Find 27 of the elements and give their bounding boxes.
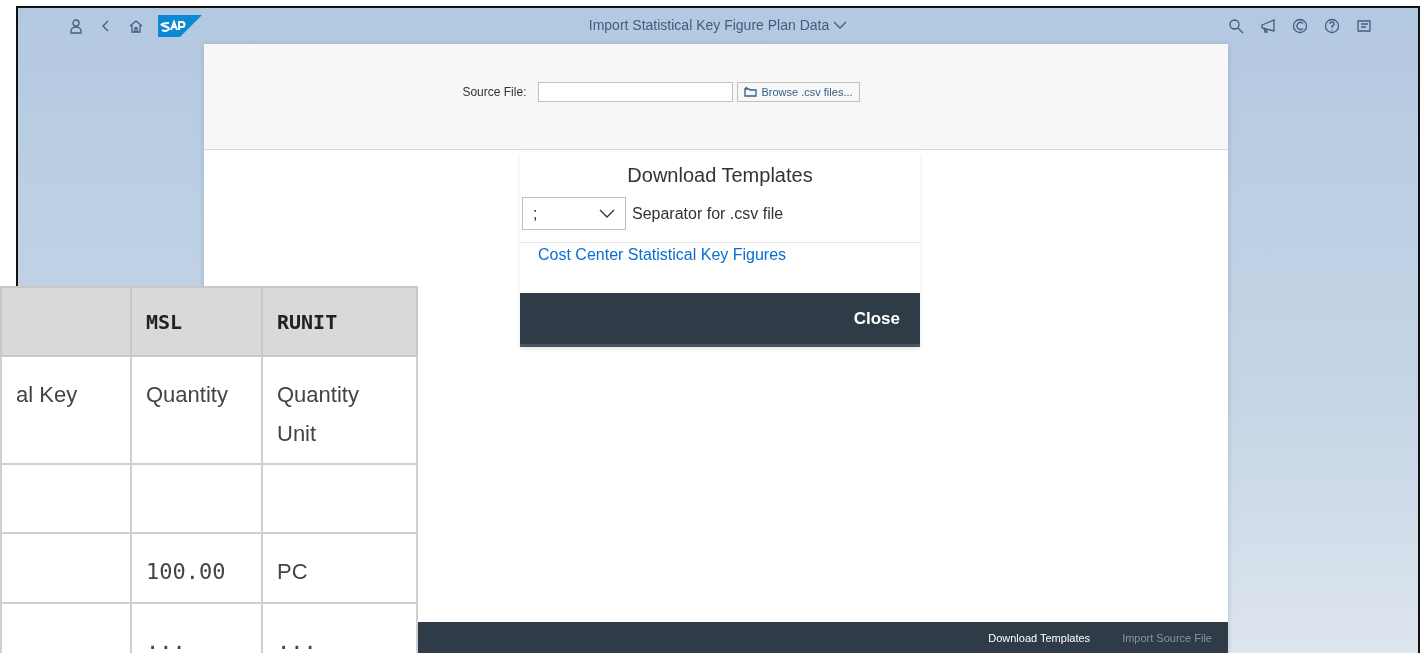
table-cell: Quantity Unit bbox=[262, 356, 417, 464]
folder-icon bbox=[744, 86, 758, 97]
megaphone-icon[interactable] bbox=[1260, 18, 1276, 34]
user-icon[interactable] bbox=[68, 18, 84, 34]
chevron-down-icon bbox=[599, 208, 615, 219]
table-cell: al Key bbox=[1, 356, 131, 464]
close-button[interactable]: Close bbox=[847, 307, 906, 330]
home-icon[interactable] bbox=[128, 18, 144, 34]
column-header: RUNIT bbox=[262, 287, 417, 356]
separator-select[interactable]: ; bbox=[522, 197, 626, 230]
table-cell: PC bbox=[262, 533, 417, 603]
table-cell: Quantity bbox=[131, 356, 262, 464]
table-cell: 100.00 bbox=[131, 533, 262, 603]
column-header: MSL bbox=[131, 287, 262, 356]
dialog-title: Download Templates bbox=[626, 163, 814, 188]
app-title[interactable]: Import Statistical Key Figure Plan Data bbox=[588, 17, 848, 33]
footer-button[interactable]: Download Templates bbox=[982, 630, 1097, 645]
notifications-icon[interactable] bbox=[1356, 18, 1372, 34]
chevron-down-icon bbox=[833, 20, 848, 30]
separator-label: Separator for .csv file bbox=[632, 204, 784, 223]
logo-icon bbox=[158, 15, 202, 37]
template-link[interactable]: Cost Center Statistical Key Figures bbox=[520, 243, 920, 293]
browse-button[interactable]: Browse .csv files... bbox=[737, 81, 860, 102]
search-icon[interactable] bbox=[1228, 18, 1244, 34]
help-icon[interactable] bbox=[1324, 18, 1340, 34]
source-file-label: Source File: bbox=[462, 84, 527, 99]
source-file-field[interactable] bbox=[538, 81, 734, 102]
